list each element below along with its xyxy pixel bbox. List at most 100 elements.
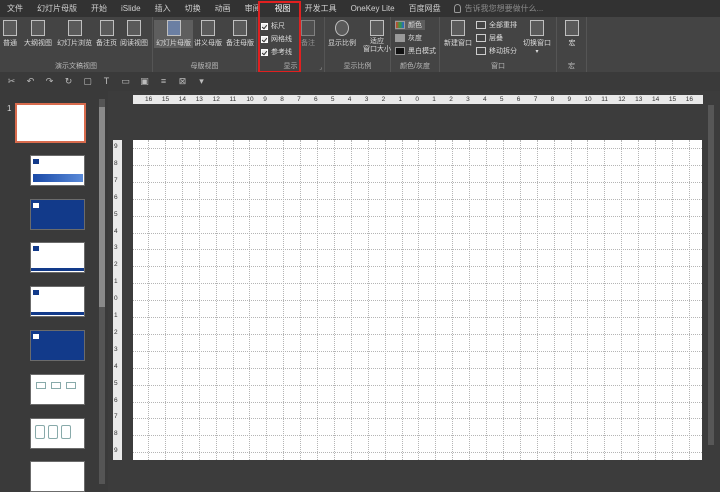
slide-thumbnail-layout[interactable] bbox=[30, 330, 85, 361]
group-label: 窗口 bbox=[491, 63, 505, 70]
more-icon[interactable]: ▾ bbox=[196, 76, 207, 87]
macros-button[interactable]: 宏 bbox=[565, 20, 579, 48]
ruler-mark: 13 bbox=[635, 96, 643, 103]
tab-4[interactable]: 插入 bbox=[148, 0, 178, 17]
scroll-thumb[interactable] bbox=[99, 107, 105, 307]
black-white-swatch-icon bbox=[395, 47, 405, 55]
crop-icon[interactable]: ⊠ bbox=[177, 76, 188, 87]
notes-master-button[interactable]: 备注母版 bbox=[226, 20, 254, 48]
slide-thumbnail-layout[interactable] bbox=[30, 418, 85, 449]
slide-thumbnail-1[interactable] bbox=[15, 103, 86, 143]
switch-window-icon bbox=[530, 20, 544, 36]
zoom-button[interactable]: 显示比例 bbox=[328, 20, 356, 48]
handout-master-icon bbox=[201, 20, 215, 36]
group-label: 显示比例 bbox=[343, 63, 372, 70]
slide-master-button[interactable]: 幻灯片母版 bbox=[154, 20, 193, 48]
align-icon[interactable]: ≡ bbox=[158, 76, 169, 87]
tab-9[interactable]: 开发工具 bbox=[298, 0, 344, 17]
gridline-horizontal bbox=[133, 435, 702, 437]
editor-scrollbar[interactable] bbox=[707, 95, 715, 492]
slide-thumbnail-layout[interactable] bbox=[30, 286, 85, 317]
text-box-icon[interactable]: T bbox=[101, 76, 112, 87]
arrange-all-button[interactable]: 全部重排 bbox=[476, 20, 517, 30]
fit-window-button[interactable]: 适应 窗口大小 bbox=[363, 20, 391, 54]
ruler-mark: 3 bbox=[114, 345, 118, 353]
ruler-mark: 14 bbox=[178, 96, 187, 103]
slide-sorter-button[interactable]: 幻灯片浏览 bbox=[57, 20, 92, 48]
gridline-horizontal bbox=[133, 164, 702, 166]
gridline-horizontal bbox=[133, 384, 702, 386]
switch-window-button[interactable]: 切换窗口 ▾ bbox=[523, 20, 551, 55]
cut-icon[interactable]: ✂ bbox=[6, 76, 17, 87]
dialog-launcher-icon[interactable]: ⌟ bbox=[319, 64, 322, 71]
ruler-mark: 10 bbox=[246, 96, 254, 103]
new-window-button[interactable]: 新建窗口 bbox=[444, 20, 472, 48]
new-slide-icon[interactable]: ▢ bbox=[82, 76, 93, 87]
ribbon: 普通 大纲视图 幻灯片浏览 备注页 阅读视图 演示文稿视图 幻灯片母版 讲义母版… bbox=[0, 1, 720, 73]
cascade-button[interactable]: 层叠 bbox=[476, 33, 503, 43]
picture-icon[interactable]: ▣ bbox=[139, 76, 150, 87]
scroll-thumb[interactable] bbox=[708, 105, 714, 445]
slide-thumbnail-layout[interactable] bbox=[30, 155, 85, 186]
ruler-mark: 12 bbox=[212, 96, 220, 103]
notes-page-button[interactable]: 备注页 bbox=[96, 20, 117, 48]
tab-11[interactable]: 百度网盘 bbox=[402, 0, 448, 17]
slide-thumbnail-layout[interactable] bbox=[30, 242, 85, 273]
ruler-mark: 16 bbox=[685, 96, 694, 103]
color-option[interactable]: 颜色 bbox=[395, 20, 425, 30]
ruler-mark: 8 bbox=[114, 430, 118, 438]
redo-icon[interactable]: ↷ bbox=[44, 76, 55, 87]
reading-view-button[interactable]: 阅读视图 bbox=[120, 20, 148, 48]
magnifier-icon bbox=[335, 20, 349, 36]
undo-icon[interactable]: ↶ bbox=[25, 76, 36, 87]
normal-view-button[interactable]: 普通 bbox=[3, 20, 17, 48]
move-split-button[interactable]: 移动拆分 bbox=[476, 46, 517, 56]
group-color: 颜色 灰度 黑白模式 颜色/灰度 bbox=[391, 17, 440, 72]
refresh-icon[interactable]: ↻ bbox=[63, 76, 74, 87]
black-white-option[interactable]: 黑白模式 bbox=[395, 46, 436, 56]
slide-thumbnail-layout[interactable] bbox=[30, 199, 85, 230]
tab-10[interactable]: OneKey Lite bbox=[344, 0, 402, 17]
panel-scrollbar[interactable] bbox=[99, 99, 105, 484]
logo-mark bbox=[33, 334, 39, 339]
diagram-box bbox=[35, 425, 45, 439]
new-window-icon bbox=[451, 20, 465, 36]
chevron-down-icon: ▾ bbox=[535, 49, 539, 55]
logo-mark bbox=[33, 159, 39, 164]
slide-thumbnail-layout[interactable] bbox=[30, 461, 85, 492]
gridline-horizontal bbox=[133, 266, 702, 268]
shape-icon[interactable]: ▭ bbox=[120, 76, 131, 87]
tab-5[interactable]: 切换 bbox=[178, 0, 208, 17]
tab-1[interactable]: 幻灯片母版 bbox=[30, 0, 84, 17]
ruler-mark: 5 bbox=[330, 96, 335, 103]
outline-view-button[interactable]: 大纲视图 bbox=[24, 20, 52, 48]
tab-3[interactable]: iSlide bbox=[114, 0, 148, 17]
ruler-mark: 7 bbox=[114, 413, 118, 421]
grayscale-option[interactable]: 灰度 bbox=[395, 33, 422, 43]
ruler-mark: 16 bbox=[145, 96, 153, 103]
gridline-horizontal bbox=[133, 317, 702, 318]
ruler-mark: 1 bbox=[398, 96, 403, 103]
slide-canvas[interactable] bbox=[133, 140, 702, 460]
gridline-horizontal bbox=[133, 350, 702, 352]
ruler-mark: 12 bbox=[618, 96, 626, 103]
ruler-mark: 6 bbox=[114, 396, 118, 404]
notes-button[interactable]: 备注 bbox=[301, 20, 315, 48]
tab-6[interactable]: 动画 bbox=[208, 0, 238, 17]
diagram-box bbox=[66, 382, 76, 389]
reading-view-icon bbox=[127, 20, 141, 36]
notes-icon bbox=[301, 20, 315, 36]
ruler-mark: 6 bbox=[114, 193, 118, 201]
ruler-mark: 1 bbox=[114, 278, 118, 286]
tab-2[interactable]: 开始 bbox=[84, 0, 114, 17]
handout-master-button[interactable]: 讲义母版 bbox=[194, 20, 222, 48]
normal-view-icon bbox=[3, 20, 17, 36]
outline-view-icon bbox=[31, 20, 45, 36]
ruler-mark: 0 bbox=[114, 295, 118, 303]
tell-me-search[interactable]: 告诉我您想要做什么... bbox=[453, 3, 543, 14]
ruler-mark: 4 bbox=[114, 362, 118, 370]
ruler-mark: 4 bbox=[483, 96, 487, 103]
slide-thumbnail-layout[interactable] bbox=[30, 374, 85, 405]
tab-0[interactable]: 文件 bbox=[0, 0, 30, 17]
group-zoom: 显示比例 适应 窗口大小 显示比例 bbox=[325, 17, 391, 72]
